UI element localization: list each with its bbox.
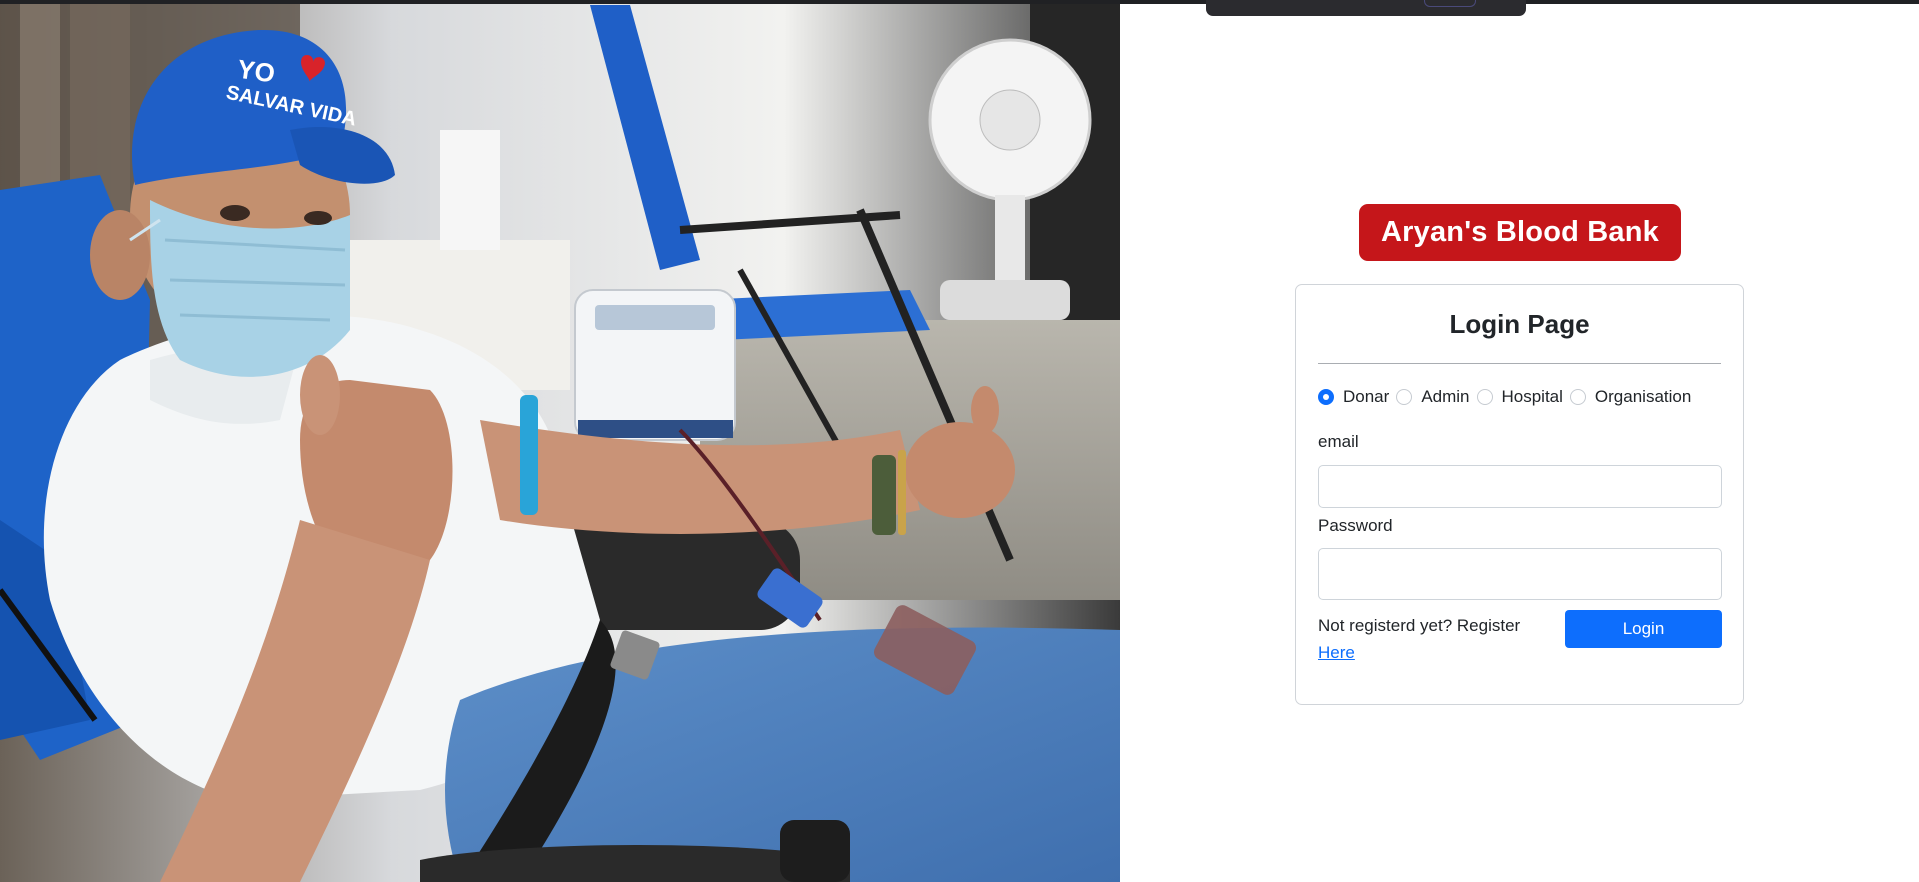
role-label-organisation: Organisation — [1594, 387, 1692, 406]
register-here-link[interactable]: Here — [1318, 643, 1355, 662]
role-radio-group: Donar Admin Hospital Organisation — [1318, 385, 1691, 409]
role-option-admin[interactable]: Admin — [1396, 387, 1470, 407]
cap-text-line1: YO — [236, 54, 277, 89]
login-card: Login Page Donar Admin Hospital Organisa… — [1295, 284, 1744, 705]
role-label-admin: Admin — [1421, 387, 1470, 406]
login-heading: Login Page — [1449, 309, 1590, 339]
email-field[interactable] — [1318, 465, 1722, 508]
heading-divider — [1318, 363, 1721, 364]
role-label-hospital: Hospital — [1501, 387, 1563, 406]
tab-notch — [1424, 0, 1476, 7]
role-option-organisation[interactable]: Organisation — [1569, 387, 1692, 407]
password-label: Password — [1318, 516, 1393, 535]
screen-share-tab — [1206, 0, 1526, 16]
radio-organisation[interactable] — [1569, 389, 1586, 405]
photo-illustration: YO SALVAR VIDA — [0, 0, 1120, 882]
role-option-donar[interactable]: Donar — [1318, 387, 1389, 407]
register-prompt: Not registerd yet? Register Here — [1318, 612, 1548, 666]
email-label: email — [1318, 432, 1359, 451]
role-option-hospital[interactable]: Hospital — [1476, 387, 1563, 407]
radio-donar[interactable] — [1318, 389, 1334, 405]
role-label-donar: Donar — [1343, 387, 1390, 406]
password-field[interactable] — [1318, 548, 1722, 600]
register-prompt-text: Not registerd yet? Register — [1318, 616, 1521, 635]
brand-title: Aryan's Blood Bank — [1359, 204, 1681, 261]
login-page: YO SALVAR VIDA Aryan's Blood Bank Login … — [0, 0, 1919, 882]
login-button[interactable]: Login — [1565, 610, 1722, 648]
radio-hospital[interactable] — [1476, 389, 1493, 405]
radio-admin[interactable] — [1396, 389, 1413, 405]
blood-donor-photo: YO SALVAR VIDA — [0, 0, 1120, 882]
browser-top-strip — [0, 0, 1919, 4]
